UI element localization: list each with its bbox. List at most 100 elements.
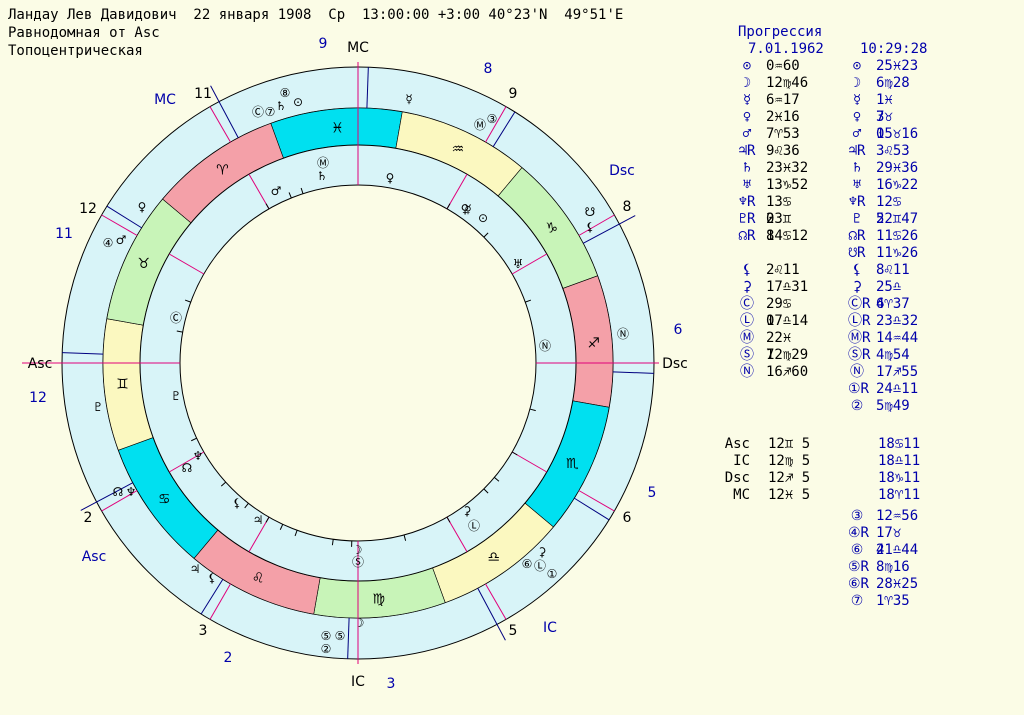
planet-symbol: ♀ bbox=[742, 109, 752, 125]
house-number-progressed: 3 bbox=[387, 676, 396, 692]
planet-glyph: ♄ bbox=[276, 99, 287, 113]
planet-position: 16♐60 bbox=[766, 364, 809, 380]
planet-position: 15♉16 bbox=[876, 126, 919, 142]
planet-glyph: Ⓛ bbox=[534, 559, 546, 573]
house-number-progressed: 12 bbox=[29, 390, 47, 406]
planet-glyph: ☋ bbox=[585, 205, 596, 219]
planet-symbol: Ⓒ bbox=[740, 296, 754, 312]
planet-glyph: ♅ bbox=[513, 257, 524, 271]
planet-glyph: ⚳ bbox=[538, 545, 547, 559]
planet-glyph: ☿ bbox=[405, 92, 412, 106]
planet-symbol: ☋R bbox=[848, 245, 866, 261]
house-number-progressed: 5 bbox=[648, 485, 657, 501]
zodiac-sign-glyph: ♑ bbox=[545, 220, 558, 236]
planet-glyph: ☊ bbox=[113, 485, 124, 499]
planet-symbol: ☊R bbox=[848, 228, 866, 244]
planet-symbol: ⑥R bbox=[848, 576, 869, 592]
planet-symbol: ☽ bbox=[742, 75, 752, 91]
angle-natal: 12♐ 5 bbox=[768, 470, 811, 486]
planet-glyph: ☊ bbox=[182, 461, 193, 475]
planet-position: 22♊47 bbox=[876, 211, 919, 227]
planet-symbol: ⑥ bbox=[850, 542, 864, 558]
planet-position: 12♒56 bbox=[876, 508, 919, 524]
angle-name: IC bbox=[733, 453, 750, 469]
angle-progressed: 18♑11 bbox=[878, 470, 921, 486]
planet-glyph: ♃ bbox=[253, 513, 264, 527]
natal-progression-wheel[interactable]: ♓♒♑♐♏♎♍♌♋♊♉♈MCICAsc DscMCAscDscIC1211 9865… bbox=[0, 0, 720, 715]
angle-row: Dsc 12♐ 5 18♑11 bbox=[716, 470, 966, 487]
zodiac-sign-glyph: ♈ bbox=[216, 162, 229, 178]
house-number: 9 bbox=[509, 86, 518, 102]
angle-progressed: 18♋11 bbox=[878, 436, 921, 452]
planet-glyph: ♇ bbox=[171, 389, 182, 403]
planet-glyph: ♃ bbox=[190, 562, 201, 576]
house-number-progressed: 2 bbox=[224, 650, 233, 666]
center-disc bbox=[179, 184, 537, 542]
planet-glyph: ♇ bbox=[93, 400, 104, 414]
planet-symbol: ♂ bbox=[852, 126, 862, 142]
planet-glyph: Ⓜ bbox=[317, 156, 329, 170]
planet-symbol: ☽ bbox=[852, 75, 862, 91]
house-number-progressed: 8 bbox=[484, 61, 493, 77]
planet-symbol: ⚸ bbox=[851, 262, 863, 278]
planet-position: 21♎44 bbox=[876, 542, 919, 558]
planet-symbol: ⓈR bbox=[848, 347, 871, 363]
planet-position: 8♌11 bbox=[876, 262, 910, 278]
house-number: 2 bbox=[84, 510, 93, 526]
zodiac-sign-glyph: ♉ bbox=[137, 256, 150, 272]
house-number: 12 bbox=[79, 201, 97, 217]
planet-symbol: Ⓜ bbox=[740, 330, 754, 346]
planet-glyph: Ⓢ bbox=[352, 555, 364, 569]
planet-symbol: ♃R bbox=[848, 143, 866, 159]
planet-symbol: ⚸ bbox=[741, 262, 753, 278]
planet-position: 25♓23 bbox=[876, 58, 919, 74]
zodiac-sign-glyph: ♊ bbox=[116, 377, 129, 393]
angle-name: MC bbox=[733, 487, 750, 503]
progression-title: Прогрессия bbox=[738, 24, 823, 40]
planet-symbol: ♃R bbox=[738, 143, 756, 159]
prog-dsc-label: Dsc bbox=[609, 163, 635, 179]
planet-symbol: ⒸR bbox=[848, 296, 871, 312]
planet-symbol: ☿ bbox=[852, 92, 862, 108]
house-number-progressed: 6 bbox=[674, 322, 683, 338]
planet-symbol: ⚳ bbox=[741, 279, 753, 295]
planet-symbol: ♀ bbox=[852, 109, 862, 125]
planet-position: 23♎32 bbox=[876, 313, 919, 329]
planet-symbol: ⊙ bbox=[852, 58, 862, 74]
planet-glyph: ⚸ bbox=[208, 571, 217, 585]
planet-glyph: Ⓛ bbox=[468, 519, 480, 533]
planet-glyph: ♆ bbox=[193, 449, 204, 463]
house-number: 3 bbox=[199, 623, 208, 639]
planet-position: 17♐55 bbox=[876, 364, 919, 380]
planet-symbol: ⑦ bbox=[850, 593, 864, 609]
zodiac-sign-glyph: ♌ bbox=[252, 570, 265, 586]
planet-glyph: ⑤ bbox=[335, 629, 346, 643]
planet-position: 2♓16 bbox=[766, 109, 800, 125]
planet-position: 5♍49 bbox=[876, 398, 910, 414]
planet-position: 14♒44 bbox=[876, 330, 919, 346]
planet-glyph: ⑤ bbox=[321, 629, 332, 643]
planet-glyph: Ⓒ bbox=[170, 311, 182, 325]
planet-symbol: Ⓢ bbox=[740, 347, 754, 363]
planet-glyph: ⑧ bbox=[280, 86, 291, 100]
planet-glyph: ♀ bbox=[138, 200, 147, 214]
planet-symbol: ⚳ bbox=[851, 279, 863, 295]
planet-symbol: ♆R bbox=[848, 194, 866, 210]
planet-symbol: ② bbox=[850, 398, 864, 414]
planet-position: 17♎14 bbox=[766, 313, 809, 329]
planet-symbol: ③ bbox=[850, 508, 864, 524]
planet-glyph: ♆ bbox=[126, 485, 137, 499]
zodiac-sign-glyph: ♐ bbox=[587, 335, 600, 351]
progression-time: 10:29:28 bbox=[860, 41, 928, 57]
planet-glyph: ♂ bbox=[116, 233, 127, 247]
planet-position: 6♍28 bbox=[876, 75, 910, 91]
planet-position: 9♌36 bbox=[766, 143, 800, 159]
planet-position: 6♒17 bbox=[766, 92, 800, 108]
prog-mc-label: MC bbox=[154, 92, 176, 108]
planet-glyph: ⑦ bbox=[265, 105, 276, 119]
planet-glyph: ☽ bbox=[354, 616, 365, 630]
house-number-progressed: 9 bbox=[319, 36, 328, 52]
planet-glyph: ♀ bbox=[386, 171, 395, 185]
planet-position: 12♍46 bbox=[766, 75, 809, 91]
planet-glyph: ② bbox=[321, 642, 332, 656]
